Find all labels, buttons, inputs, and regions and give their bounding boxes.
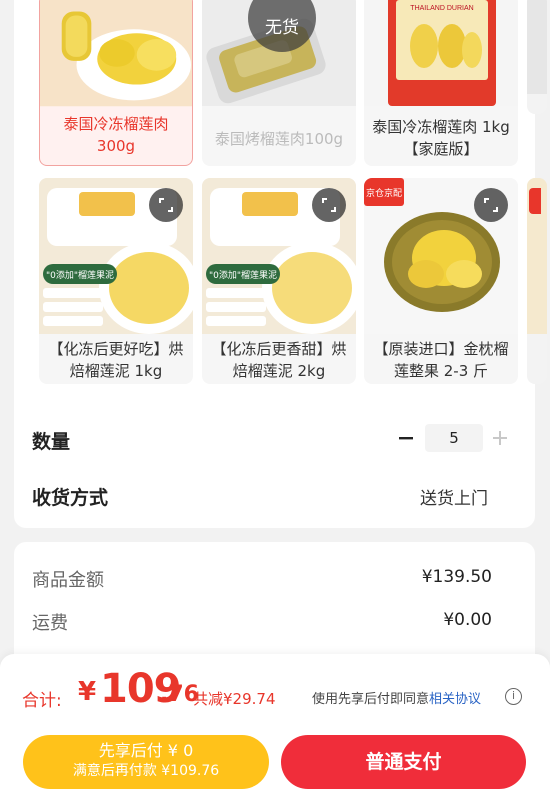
product-title-line2: 焙榴莲泥 1kg [69,362,163,380]
expand-icon[interactable] [474,188,508,222]
product-title-line2: 莲整果 2-3 斤 [393,362,489,380]
delivery-label: 收货方式 [32,487,109,509]
durian-meat-image [40,0,192,107]
expand-icon[interactable] [149,188,183,222]
product-tile-4[interactable]: "0添加"榴莲果泥 【化冻后更好吃】烘 焙榴莲泥 1kg [39,178,193,384]
product-tile-partial[interactable] [527,178,547,384]
total-currency: ¥ [78,677,97,707]
total-label: 合计: [22,691,62,711]
quantity-plus-button[interactable] [490,426,510,450]
expand-icon[interactable] [312,188,346,222]
goods-amount-value: ¥139.50 [421,567,492,587]
agreement-link[interactable]: 相关协议 [429,692,481,707]
product-image-partial [527,0,547,94]
quantity-minus-button[interactable] [396,426,416,450]
pack-text: THAILAND DURIAN [410,5,473,12]
info-icon[interactable]: i [505,688,522,705]
pay-later-subtitle: 满意后再付款 ¥109.76 [72,763,220,779]
agreement-prefix: 使用先享后付即同意 [312,692,430,707]
shipping-value: ¥0.00 [443,610,492,630]
quantity-label: 数量 [32,431,71,453]
quantity-input[interactable]: 5 [425,424,483,452]
product-title-line1: 泰国冷冻榴莲肉 1kg [372,118,510,136]
product-title-line1: 【原装进口】金枕榴 [373,340,509,358]
product-tile-3[interactable]: THAILAND DURIAN 泰国冷冻榴莲肉 1kg 【家庭版】 [364,0,518,166]
pay-later-button[interactable]: 先享后付 ¥ 0 满意后再付款 ¥109.76 [23,735,269,789]
badge-partial [529,188,541,214]
delivery-method-value[interactable]: 送货上门 [420,484,488,509]
product-title-line2: 焙榴莲泥 2kg [232,362,326,380]
product-tile-5[interactable]: "0添加"榴莲果泥 【化冻后更香甜】烘 焙榴莲泥 2kg [202,178,356,384]
goods-amount-label: 商品金额 [32,570,104,591]
durian-bag-image: THAILAND DURIAN [364,0,518,106]
product-tile-partial[interactable] [527,0,547,114]
product-tile-6[interactable]: 京仓京配 【原装进口】金枕榴 莲整果 2-3 斤 [364,178,518,384]
agreement-text: 使用先享后付即同意相关协议 [312,688,481,707]
product-title-line1: 【化冻后更香甜】烘 [211,340,347,358]
box-label: "0添加"榴莲果泥 [209,269,277,281]
product-title-line1: 泰国冷冻榴莲肉 [63,115,169,133]
product-tile-2[interactable]: 无货 泰国烤榴莲肉100g [202,0,356,166]
normal-pay-button[interactable]: 普通支付 [281,735,526,789]
product-title-line2: 【家庭版】 [403,140,479,158]
product-title-line2: 300g [96,137,136,155]
product-tile-1[interactable]: 泰国冷冻榴莲肉 300g [39,0,193,166]
box-label: "0添加"榴莲果泥 [46,269,114,281]
pay-later-title: 先享后付 ¥ 0 [98,741,194,760]
out-of-stock-label: 无货 [265,17,299,38]
shipping-label: 运费 [32,613,68,634]
product-title-line1: 【化冻后更好吃】烘 [48,340,184,358]
fee-summary-card [14,542,535,662]
product-title-line1: 泰国烤榴莲肉100g [214,130,344,148]
discount-text: 共减¥29.74 [193,690,276,708]
jd-badge: 京仓京配 [366,187,402,199]
